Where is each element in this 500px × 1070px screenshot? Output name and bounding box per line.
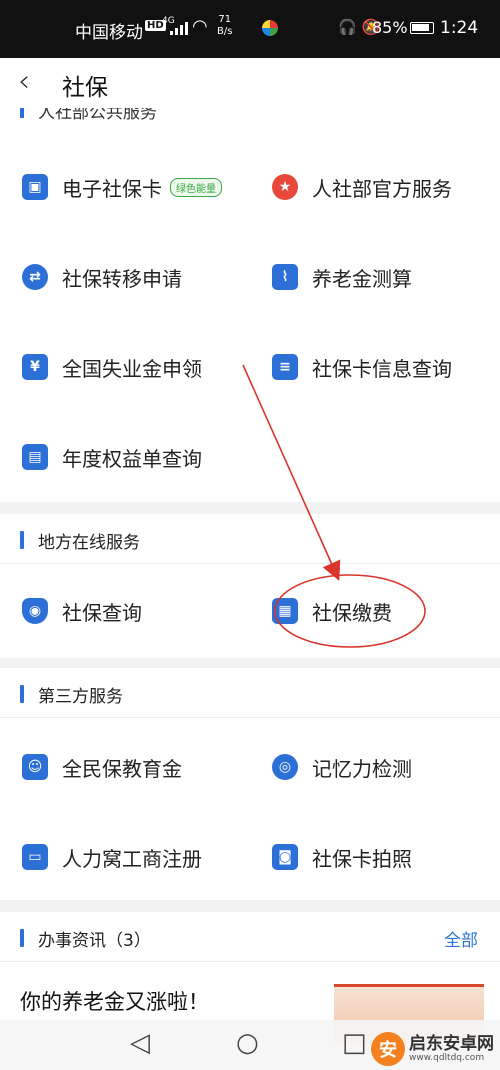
section-header-third-party: 第三方服务 [0, 668, 500, 718]
nav-bar: ‹ 社保 [0, 58, 500, 108]
service-label: 人社部官方服务 [312, 176, 452, 201]
public-services-card: ▣ 电子社保卡 绿色能量 ★ 人社部官方服务 ⇄ 社保转移申请 ⌇ 养老金测算 … [0, 124, 500, 502]
system-recents-icon[interactable]: □ [342, 1028, 367, 1058]
watermark-logo-icon: 安 [371, 1032, 405, 1066]
system-back-icon[interactable]: ◁ [130, 1028, 150, 1058]
person-card-icon: ☺ [22, 754, 48, 780]
service-label: 记忆力检测 [312, 756, 412, 781]
news-item-title[interactable]: 你的养老金又涨啦！ [20, 986, 209, 1016]
service-item-education-fund[interactable]: ☺ 全民保教育金 [22, 742, 182, 792]
view-all-link[interactable]: 全部 [444, 926, 478, 951]
watermark-url: www.qdltdq.com [409, 1053, 485, 1063]
section-header-news: 办事资讯（3） 全部 [0, 912, 500, 962]
transfer-icon: ⇄ [22, 264, 48, 290]
local-services-card: ◉ 社保查询 ▦ 社保缴费 [0, 564, 500, 658]
service-label: 年度权益单查询 [62, 446, 202, 471]
battery-percent: 85% [372, 18, 408, 37]
service-item-annual-rights[interactable]: ▤ 年度权益单查询 [22, 432, 202, 482]
brain-shield-icon: ◎ [272, 754, 298, 780]
service-label: 社保缴费 [312, 600, 392, 625]
service-label: 全国失业金申领 [62, 356, 202, 381]
back-icon[interactable]: ‹ [18, 64, 30, 99]
service-label: 电子社保卡 [62, 176, 162, 201]
service-item-official[interactable]: ★ 人社部官方服务 [272, 162, 452, 212]
partial-section-header: 人社部公共服务 [0, 108, 500, 124]
system-navigation-bar: ◁ ○ □ 安 启东安卓网 www.qdltdq.com [0, 1020, 500, 1070]
clock: 1:24 [440, 18, 479, 38]
briefcase-icon: ▭ [22, 844, 48, 870]
section-marker [20, 531, 24, 549]
card-search-icon: ≡ [272, 354, 298, 380]
section-header-local: 地方在线服务 [0, 514, 500, 564]
camera-person-icon: ◙ [272, 844, 298, 870]
section-title: 办事资讯（3） [38, 931, 151, 951]
service-item-pension-calc[interactable]: ⌇ 养老金测算 [272, 252, 412, 302]
card-pay-icon: ▦ [272, 598, 298, 624]
section-marker [20, 685, 24, 703]
service-label: 全民保教育金 [62, 756, 182, 781]
network-speed: 71 B/s [217, 14, 233, 37]
service-item-business-register[interactable]: ▭ 人力窝工商注册 [22, 832, 202, 882]
signal-icon [170, 22, 188, 35]
service-item-card-photo[interactable]: ◙ 社保卡拍照 [272, 832, 412, 882]
third-party-services-card: ☺ 全民保教育金 ◎ 记忆力检测 ▭ 人力窝工商注册 ◙ 社保卡拍照 [0, 718, 500, 900]
shield-search-icon: ◉ [22, 598, 48, 624]
status-bar: 中国移动 HD 4G ◠ 71 B/s 🎧 🔕 85% 1:24 [0, 0, 500, 58]
document-money-icon: ¥ [22, 354, 48, 380]
carrier-name: 中国移动 [75, 23, 143, 43]
battery-icon [410, 22, 434, 34]
system-home-icon[interactable]: ○ [236, 1028, 259, 1058]
service-item-social-query[interactable]: ◉ 社保查询 [22, 586, 142, 636]
service-item-transfer[interactable]: ⇄ 社保转移申请 [22, 252, 182, 302]
section-title: 第三方服务 [38, 687, 123, 707]
service-item-card-info[interactable]: ≡ 社保卡信息查询 [272, 342, 452, 392]
section-title: 人社部公共服务 [38, 108, 157, 123]
service-item-e-card[interactable]: ▣ 电子社保卡 绿色能量 [22, 162, 222, 212]
chart-icon: ⌇ [272, 264, 298, 290]
watermark-text: 启东安卓网 [409, 1034, 494, 1054]
wifi-icon: ◠ [192, 16, 208, 37]
person-doc-icon: ▤ [22, 444, 48, 470]
service-label: 社保查询 [62, 600, 142, 625]
section-title: 地方在线服务 [38, 533, 140, 553]
service-item-social-payment[interactable]: ▦ 社保缴费 [272, 586, 392, 636]
emblem-icon: ★ [272, 174, 298, 200]
section-marker [20, 108, 24, 118]
section-marker [20, 929, 24, 947]
service-label: 社保卡拍照 [312, 846, 412, 871]
service-item-memory-test[interactable]: ◎ 记忆力检测 [272, 742, 412, 792]
service-label: 人力窝工商注册 [62, 846, 202, 871]
service-label: 社保转移申请 [62, 266, 182, 291]
page-title: 社保 [62, 75, 108, 101]
site-watermark: 安 启东安卓网 www.qdltdq.com [371, 1032, 494, 1066]
service-label: 养老金测算 [312, 266, 412, 291]
service-label: 社保卡信息查询 [312, 356, 452, 381]
app-notification-icon [262, 20, 278, 36]
service-item-unemployment[interactable]: ¥ 全国失业金申领 [22, 342, 202, 392]
green-energy-badge: 绿色能量 [170, 177, 222, 197]
id-card-icon: ▣ [22, 174, 48, 200]
